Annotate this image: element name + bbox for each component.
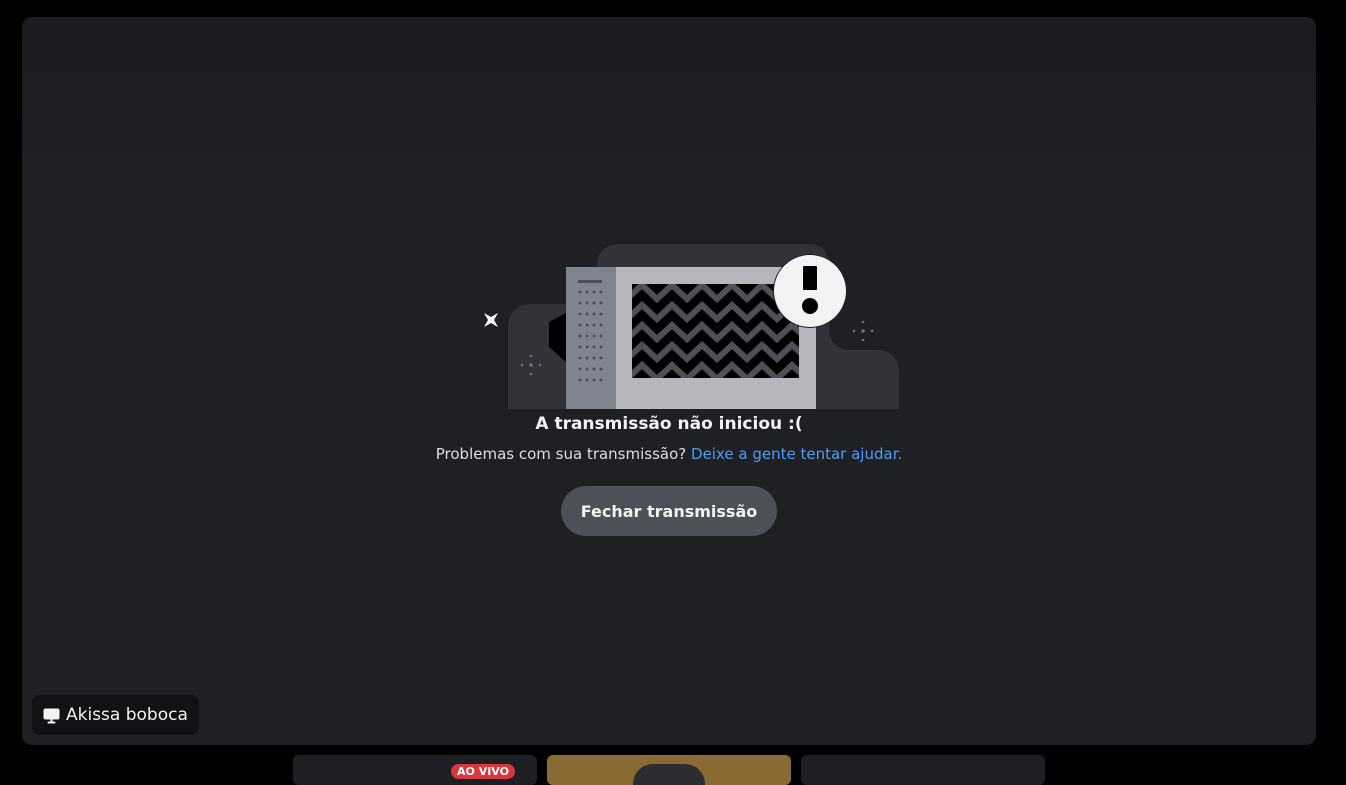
help-prefix: Problemas com sua transmissão? — [435, 445, 687, 463]
stage-gradient — [22, 17, 1316, 177]
streamer-name: Akissa boboca — [66, 705, 188, 725]
avatar — [633, 764, 705, 785]
stream-help-text: Problemas com sua transmissão? Deixe a g… — [22, 445, 1316, 463]
stream-viewer: A transmissão não iniciou :( Problemas c… — [22, 17, 1316, 745]
stream-thumbnail[interactable] — [547, 755, 791, 785]
stream-thumbnail[interactable] — [801, 755, 1045, 785]
screen-share-icon — [43, 707, 60, 724]
exclamation-icon — [773, 254, 847, 328]
help-link[interactable]: Deixe a gente tentar ajudar. — [691, 445, 902, 463]
close-stream-button[interactable]: Fechar transmissão — [561, 486, 777, 536]
broken-tv-illustration — [484, 244, 899, 409]
streamer-name-tag: Akissa boboca — [32, 695, 199, 735]
stream-status-title: A transmissão não iniciou :( — [535, 414, 803, 434]
sparkle-icon — [484, 313, 498, 327]
stream-thumbnail[interactable]: AO VIVO — [293, 755, 537, 785]
